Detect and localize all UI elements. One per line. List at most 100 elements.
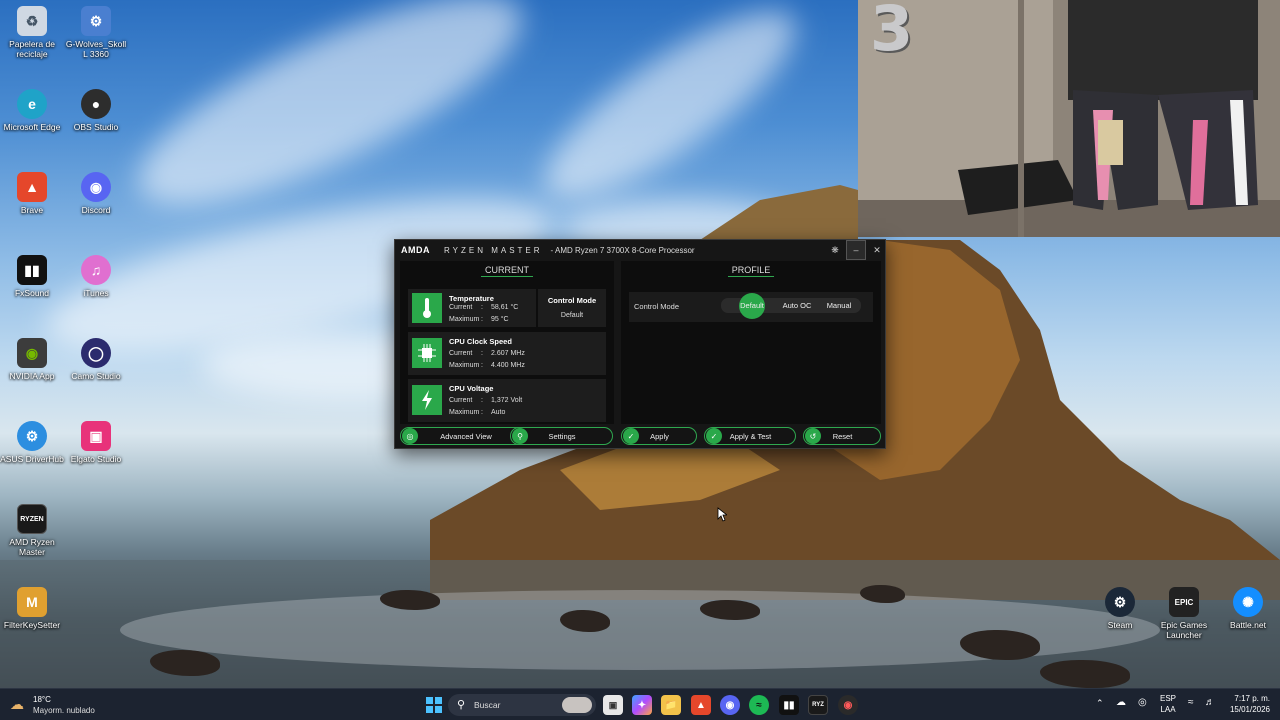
clock-speed-title: CPU Clock Speed xyxy=(449,337,512,346)
wifi-icon[interactable]: ≈ xyxy=(1188,697,1194,708)
voltage-card: CPU Voltage Current:1,372 Volt Maximum: A… xyxy=(408,379,606,422)
cpu-chip-icon xyxy=(412,338,442,368)
balloon-number: 3 xyxy=(870,0,914,65)
tray-app-icon[interactable]: ☁ xyxy=(1116,697,1126,708)
clock-time: 7:17 p. m. xyxy=(1234,694,1270,703)
control-mode-card: Control Mode Default xyxy=(538,289,606,327)
check-icon: ✓ xyxy=(623,428,639,444)
desktop-icon-camo[interactable]: ◯ Camo Studio xyxy=(64,338,128,381)
itunes-icon: ♫ xyxy=(81,255,111,285)
fxsound-icon: ▮▮ xyxy=(17,255,47,285)
desktop-icon-recycle-bin[interactable]: ♻ Papelera de reciclaje xyxy=(0,6,64,59)
check-icon: ✓ xyxy=(706,428,722,444)
recording-app-taskbar-icon[interactable]: ◉ xyxy=(838,695,858,715)
eye-icon: ◎ xyxy=(402,428,418,444)
desktop-icon-elgato[interactable]: ▣ Elgato Studio xyxy=(64,421,128,464)
desktop-icon-ryzen-master[interactable]: RYZEN AMD Ryzen Master xyxy=(0,504,64,557)
search-icon: ⚲ xyxy=(457,699,466,711)
mode-manual-option[interactable]: Manual xyxy=(819,301,859,310)
fxsound-taskbar-icon[interactable]: ▮▮ xyxy=(779,695,799,715)
voltage-current-value: 1,372 Volt xyxy=(491,397,523,404)
desktop-icon-filterkeysetter[interactable]: M FilterKeySetter xyxy=(0,587,64,630)
app-name: RYZEN MASTER xyxy=(444,245,543,255)
weather-description: Mayorm. nublado xyxy=(33,706,95,715)
apply-test-button[interactable]: ✓ Apply & Test xyxy=(704,427,796,445)
bug-report-button[interactable]: ❋ xyxy=(825,240,845,260)
weather-cloud-icon: ☁ xyxy=(10,696,24,712)
file-explorer-icon[interactable]: 📁 xyxy=(661,695,681,715)
mode-default-option[interactable]: Default xyxy=(731,301,773,310)
desktop-icon-asus-driverhub[interactable]: ⚙ ASUS DriverHub xyxy=(0,421,64,464)
desktop-icon-edge[interactable]: e Microsoft Edge xyxy=(0,89,64,132)
language-indicator[interactable]: ESP LAA xyxy=(1160,694,1176,714)
elgato-icon: ▣ xyxy=(81,421,111,451)
tray-overflow-chevron-icon[interactable]: ⌃ xyxy=(1096,698,1104,709)
amd-logo: AMDA xyxy=(401,245,430,255)
desktop-icon-epic-games[interactable]: EPIC Epic Games Launcher xyxy=(1152,587,1216,640)
ryzen-master-icon: RYZEN xyxy=(17,504,47,534)
desktop-icon-fxsound[interactable]: ▮▮ FxSound xyxy=(0,255,64,298)
wrench-icon: ⚲ xyxy=(512,428,528,444)
temperature-title: Temperature xyxy=(449,294,494,303)
start-button[interactable] xyxy=(424,695,444,715)
voltage-title: CPU Voltage xyxy=(449,384,494,393)
reset-icon: ↺ xyxy=(805,428,821,444)
asus-gear-icon: ⚙ xyxy=(17,421,47,451)
desktop-icon-nvidia[interactable]: ◉ NVIDIA App xyxy=(0,338,64,381)
obs-icon: ● xyxy=(81,89,111,119)
search-highlight-icon xyxy=(562,697,592,713)
volume-icon[interactable]: ♬ xyxy=(1205,697,1215,708)
weather-widget[interactable]: ☁ 18°C Mayorm. nublado xyxy=(10,693,120,717)
apply-button[interactable]: ✓ Apply xyxy=(621,427,697,445)
webcam-overlay: 3 xyxy=(858,0,1280,237)
desktop-icon-steam[interactable]: ⚙ Steam xyxy=(1088,587,1152,630)
edge-icon: e xyxy=(17,89,47,119)
desktop-icon-battlenet[interactable]: ✺ Battle.net xyxy=(1216,587,1280,630)
copilot-app-icon[interactable]: ✦ xyxy=(632,695,652,715)
ryzen-master-taskbar-icon[interactable]: RYZ xyxy=(808,695,828,715)
control-mode-selector[interactable]: Default Auto OC Manual xyxy=(721,293,861,319)
desktop-icon-itunes[interactable]: ♫ iTunes xyxy=(64,255,128,298)
mouse-app-icon: ⚙ xyxy=(81,6,111,36)
clock-max-value: 4.400 MHz xyxy=(491,362,525,369)
recycle-bin-icon: ♻ xyxy=(17,6,47,36)
clock-current-value: 2.607 MHz xyxy=(491,350,525,357)
windows-logo-icon xyxy=(426,697,442,713)
search-placeholder: Buscar xyxy=(474,700,501,710)
clock[interactable]: 7:17 p. m. 15/01/2026 xyxy=(1222,694,1270,714)
desktop-icon-gwolves[interactable]: ⚙ G-Wolves_Skoll L 3360 xyxy=(64,6,128,59)
taskbar: ☁ 18°C Mayorm. nublado ⚲ Buscar ▣ ✦ 📁 ▲ … xyxy=(0,688,1280,720)
title-bar[interactable]: AMDA RYZEN MASTER - AMD Ryzen 7 3700X 8-… xyxy=(395,240,885,260)
control-mode-title: Control Mode xyxy=(547,296,597,305)
ryzen-master-window[interactable]: AMDA RYZEN MASTER - AMD Ryzen 7 3700X 8-… xyxy=(394,239,886,449)
control-mode-value: Default xyxy=(560,312,584,319)
mouse-cursor-icon xyxy=(717,507,727,522)
microphone-icon[interactable]: ◎ xyxy=(1138,697,1147,708)
weather-temperature: 18°C xyxy=(33,695,51,704)
discord-taskbar-icon[interactable]: ◉ xyxy=(720,695,740,715)
minimize-button[interactable]: – xyxy=(846,240,866,260)
discord-icon: ◉ xyxy=(81,172,111,202)
profile-control-mode-row: Control Mode Default Auto OC Manual xyxy=(629,292,873,322)
desktop-icon-discord[interactable]: ◉ Discord xyxy=(64,172,128,215)
task-view-button[interactable]: ▣ xyxy=(603,695,623,715)
mode-auto-oc-option[interactable]: Auto OC xyxy=(777,301,817,310)
settings-button[interactable]: ⚲ Settings xyxy=(510,427,613,445)
brave-taskbar-icon[interactable]: ▲ xyxy=(691,695,711,715)
profile-control-mode-label: Control Mode xyxy=(634,302,680,311)
spotify-taskbar-icon[interactable]: ≈ xyxy=(749,695,769,715)
taskbar-search-box[interactable]: ⚲ Buscar xyxy=(448,694,596,716)
brave-icon: ▲ xyxy=(17,172,47,202)
desktop-icon-brave[interactable]: ▲ Brave xyxy=(0,172,64,215)
temperature-max-value: 95 °C xyxy=(491,316,509,323)
desktop-icon-obs[interactable]: ● OBS Studio xyxy=(64,89,128,132)
minimize-icon: – xyxy=(853,245,859,255)
reset-button[interactable]: ↺ Reset xyxy=(803,427,881,445)
close-button[interactable]: ✕ xyxy=(867,240,887,260)
temperature-card: Temperature Current:58,61 °C Maximum:95 … xyxy=(408,289,536,327)
steam-icon: ⚙ xyxy=(1105,587,1135,617)
battlenet-icon: ✺ xyxy=(1233,587,1263,617)
clock-date: 15/01/2026 xyxy=(1229,705,1270,714)
clock-speed-card: CPU Clock Speed Current:2.607 MHz Maximu… xyxy=(408,332,606,375)
current-heading: CURRENT xyxy=(481,265,533,277)
